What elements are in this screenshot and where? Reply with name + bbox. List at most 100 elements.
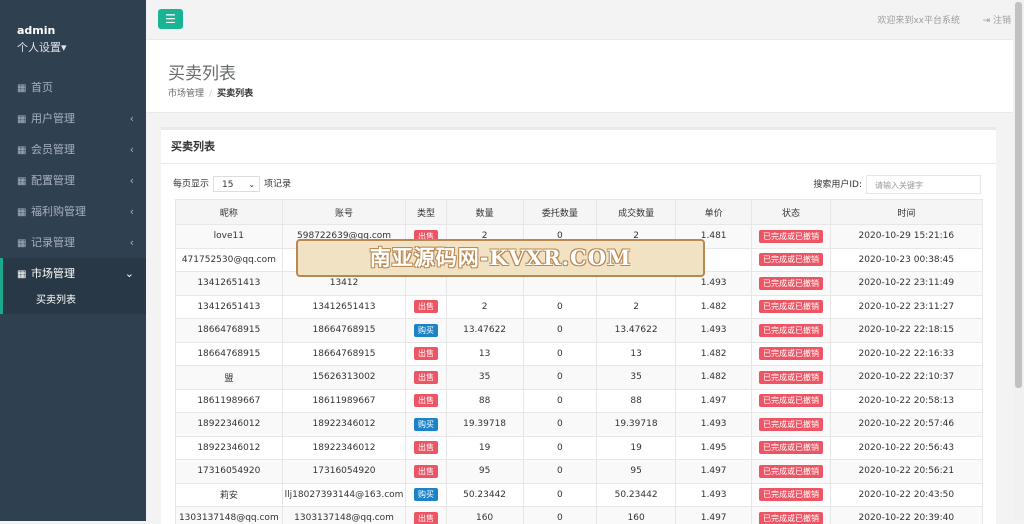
table-cell: 160 bbox=[597, 507, 676, 524]
table-controls: 每页显示15⌄项记录 搜索用户ID:请输入关键字 bbox=[161, 174, 996, 196]
table-cell: 已完成或已撤销 bbox=[752, 436, 830, 460]
table-cell: 已完成或已撤销 bbox=[752, 366, 830, 390]
page-scrollbar[interactable] bbox=[1013, 0, 1024, 521]
table-cell: 18664768915 bbox=[282, 319, 406, 343]
table-cell: 莉安 bbox=[176, 483, 283, 507]
column-header[interactable]: 昵称 bbox=[176, 200, 283, 225]
chevron-down-icon: ⌄ bbox=[248, 177, 255, 193]
logout-link[interactable]: ⇥ 注销 bbox=[983, 13, 1011, 26]
table-cell: 13412651413 bbox=[282, 295, 406, 319]
table-cell: 50.23442 bbox=[446, 483, 523, 507]
table-cell: 0 bbox=[523, 413, 597, 437]
table-cell: 2 bbox=[597, 295, 676, 319]
scrollbar-thumb[interactable] bbox=[1015, 2, 1022, 388]
sidebar-item-user-management[interactable]: ▦用户管理‹ bbox=[0, 103, 146, 134]
table-cell: 13.47622 bbox=[446, 319, 523, 343]
table-cell: 已完成或已撤销 bbox=[752, 295, 830, 319]
sidebar-item-home[interactable]: ▦首页 bbox=[0, 72, 146, 103]
sidebar-item-label: 市场管理 bbox=[31, 267, 75, 280]
search-input[interactable]: 请输入关键字 bbox=[866, 175, 981, 194]
table-row[interactable]: 1892234601218922346012购买19.39718019.3971… bbox=[176, 413, 983, 437]
table-cell: 2020-10-22 20:43:50 bbox=[830, 483, 982, 507]
table-cell: 0 bbox=[523, 507, 597, 524]
column-header[interactable]: 数量 bbox=[446, 200, 523, 225]
personal-settings-dropdown[interactable]: 个人设置▾ bbox=[17, 39, 146, 55]
toggle-menu-button[interactable]: ☰ bbox=[158, 9, 183, 29]
table-cell: 471752530@qq.com bbox=[176, 248, 283, 272]
table-cell: 出售 bbox=[406, 295, 446, 319]
trade-list-panel: 买卖列表 每页显示15⌄项记录 搜索用户ID:请输入关键字 昵称账号类型数量委托… bbox=[161, 127, 996, 524]
page-length-select[interactable]: 15⌄ bbox=[213, 176, 260, 192]
table-cell: 1.493 bbox=[675, 483, 751, 507]
table-cell: 18922346012 bbox=[176, 413, 283, 437]
table-cell: 13 bbox=[597, 342, 676, 366]
table-row[interactable]: 莉安llj18027393144@163.com购买50.23442050.23… bbox=[176, 483, 983, 507]
breadcrumb-separator: / bbox=[209, 89, 212, 99]
type-badge: 购买 bbox=[414, 418, 438, 431]
column-header[interactable]: 时间 bbox=[830, 200, 982, 225]
column-header[interactable]: 状态 bbox=[752, 200, 830, 225]
table-cell: 2 bbox=[446, 295, 523, 319]
table-row[interactable]: 盟15626313002出售350351.482已完成或已撤销2020-10-2… bbox=[176, 366, 983, 390]
table-cell: 2020-10-22 22:10:37 bbox=[830, 366, 982, 390]
table-cell: 95 bbox=[446, 460, 523, 484]
table-cell: 0 bbox=[523, 436, 597, 460]
breadcrumb-current: 买卖列表 bbox=[217, 89, 253, 99]
sidebar-item-record-management[interactable]: ▦记录管理‹ bbox=[0, 227, 146, 258]
status-badge: 已完成或已撤销 bbox=[759, 394, 823, 407]
column-header[interactable]: 委托数量 bbox=[523, 200, 597, 225]
column-header[interactable]: 类型 bbox=[406, 200, 446, 225]
sidebar-item-welfare-management[interactable]: ▦福利购管理‹ bbox=[0, 196, 146, 227]
type-badge: 出售 bbox=[414, 347, 438, 360]
table-icon: ▦ bbox=[17, 166, 31, 197]
table-cell: 0 bbox=[523, 342, 597, 366]
table-cell: 1.497 bbox=[675, 507, 751, 524]
table-cell: 盟 bbox=[176, 366, 283, 390]
table-cell: 1.482 bbox=[675, 295, 751, 319]
table-row[interactable]: 1341265141313412651413出售2021.482已完成或已撤销2… bbox=[176, 295, 983, 319]
status-badge: 已完成或已撤销 bbox=[759, 371, 823, 384]
watermark-banner: 南亚源码网-KVXR.COM bbox=[296, 239, 705, 277]
breadcrumb-parent[interactable]: 市场管理 bbox=[168, 89, 204, 99]
column-header[interactable]: 单价 bbox=[675, 200, 751, 225]
table-cell: 已完成或已撤销 bbox=[752, 460, 830, 484]
table-cell: 1303137148@qq.com bbox=[282, 507, 406, 524]
table-cell: 2020-10-22 20:39:40 bbox=[830, 507, 982, 524]
table-cell: 2020-10-22 23:11:27 bbox=[830, 295, 982, 319]
status-badge: 已完成或已撤销 bbox=[759, 300, 823, 313]
sidebar: admin 个人设置▾ ▦首页 ▦用户管理‹ ▦会员管理‹ ▦配置管理‹ ▦福利… bbox=[0, 0, 146, 521]
table-cell: 2020-10-22 20:56:21 bbox=[830, 460, 982, 484]
sidebar-item-label: 配置管理 bbox=[31, 174, 75, 187]
table-row[interactable]: 1892234601218922346012出售190191.495已完成或已撤… bbox=[176, 436, 983, 460]
table-cell: 19 bbox=[446, 436, 523, 460]
column-header[interactable]: 成交数量 bbox=[597, 200, 676, 225]
table-cell: 1.493 bbox=[675, 319, 751, 343]
table-cell: 19.39718 bbox=[446, 413, 523, 437]
sidebar-item-member-management[interactable]: ▦会员管理‹ bbox=[0, 134, 146, 165]
table-cell: 出售 bbox=[406, 460, 446, 484]
sidebar-item-label: 用户管理 bbox=[31, 112, 75, 125]
table-cell: 17316054920 bbox=[176, 460, 283, 484]
table-cell: 1.493 bbox=[675, 413, 751, 437]
table-row[interactable]: 1303137148@qq.com1303137148@qq.com出售1600… bbox=[176, 507, 983, 524]
table-cell: 1.495 bbox=[675, 436, 751, 460]
table-cell: 2020-10-22 22:16:33 bbox=[830, 342, 982, 366]
panel-title: 买卖列表 bbox=[161, 130, 996, 164]
table-cell: 50.23442 bbox=[597, 483, 676, 507]
table-cell: 2020-10-22 22:18:15 bbox=[830, 319, 982, 343]
sidebar-subitem-trade-list[interactable]: 买卖列表 bbox=[0, 290, 146, 314]
table-row[interactable]: 1866476891518664768915出售130131.482已完成或已撤… bbox=[176, 342, 983, 366]
table-row[interactable]: 1866476891518664768915购买13.47622013.4762… bbox=[176, 319, 983, 343]
table-cell: 0 bbox=[523, 460, 597, 484]
sidebar-item-market-management[interactable]: ▦市场管理⌄ bbox=[0, 258, 146, 290]
status-badge: 已完成或已撤销 bbox=[759, 488, 823, 501]
sidebar-item-config-management[interactable]: ▦配置管理‹ bbox=[0, 165, 146, 196]
table-cell: 1.482 bbox=[675, 366, 751, 390]
table-icon: ▦ bbox=[17, 197, 31, 228]
table-row[interactable]: 1861198966718611989667出售880881.497已完成或已撤… bbox=[176, 389, 983, 413]
column-header[interactable]: 账号 bbox=[282, 200, 406, 225]
status-badge: 已完成或已撤销 bbox=[759, 441, 823, 454]
user-name: admin bbox=[17, 24, 146, 37]
chevron-down-icon: ⌄ bbox=[125, 258, 134, 290]
table-row[interactable]: 1731605492017316054920出售950951.497已完成或已撤… bbox=[176, 460, 983, 484]
